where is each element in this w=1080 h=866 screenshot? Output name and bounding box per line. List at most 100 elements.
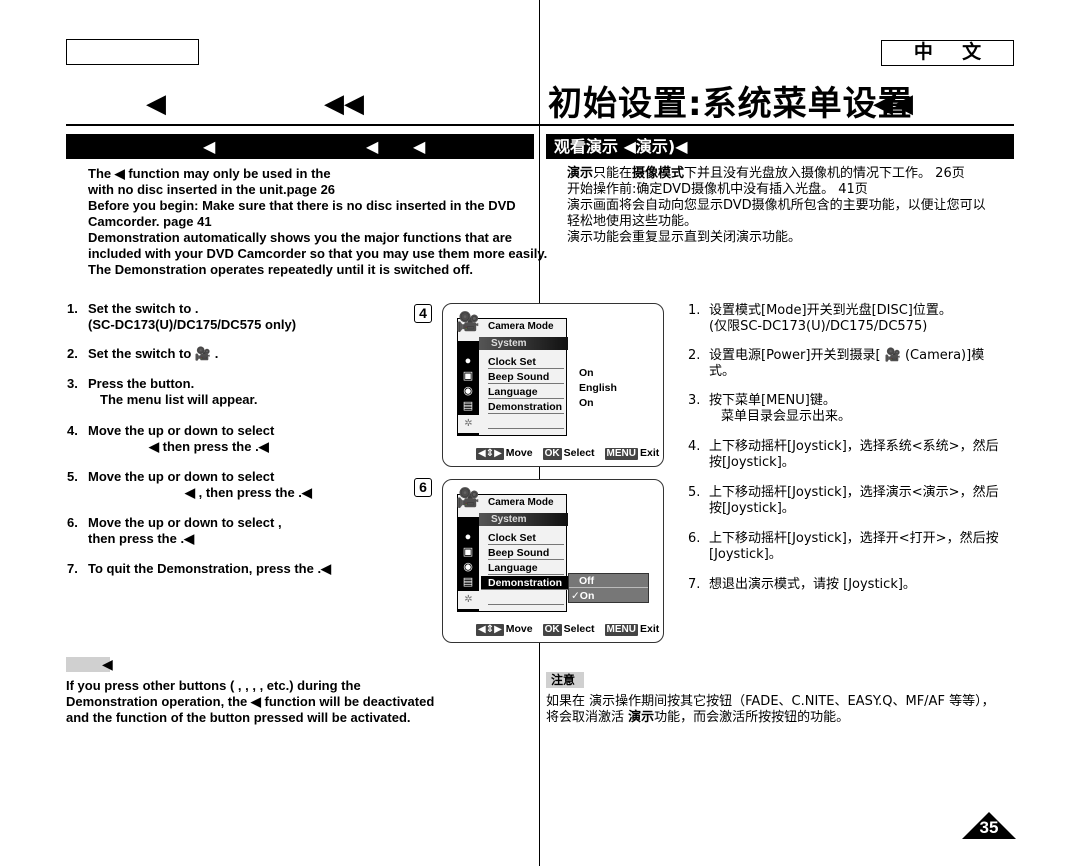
joystick-key-icon: ◀⇕▶ bbox=[476, 624, 504, 636]
menu-category-system: System bbox=[479, 337, 568, 350]
guide-exit: Exit bbox=[640, 447, 660, 459]
step-text: To quit the Demonstration, press the .◀ bbox=[88, 561, 332, 576]
beep-sound-value: On bbox=[579, 367, 594, 379]
note-line: Demonstration operation, the ◀ function … bbox=[66, 694, 435, 709]
menu-category-system: System bbox=[479, 513, 568, 526]
step-text: Set the switch to 🎥 . bbox=[88, 346, 219, 361]
intro-line: The ◀ function may only be used in the bbox=[88, 166, 331, 181]
section-bar-english: ◀ ◀ ◀ bbox=[66, 134, 534, 159]
page-number: 35 bbox=[979, 818, 999, 837]
menu-key-icon: MENU bbox=[604, 448, 638, 460]
step-7: 7. To quit the Demonstration, press the .… bbox=[67, 561, 331, 577]
intro-chinese: 演示只能在摄像模式下并且没有光盘放入摄像机的情况下工作。 26页 开始操作前:确… bbox=[567, 166, 986, 246]
step-text: 想退出演示模式，请按 [Joystick]。 bbox=[709, 577, 916, 592]
guide-select: Select bbox=[563, 623, 595, 635]
guide-exit: Exit bbox=[640, 623, 660, 635]
page-title-chinese: 初始设置:系统菜单设置 bbox=[548, 84, 913, 124]
step-text: 菜单目录会显示出来。 bbox=[721, 409, 852, 424]
camera-mode-icon: 🎥 bbox=[456, 488, 480, 509]
step-text: ◀ then press the .◀ bbox=[149, 439, 269, 454]
step-6: 6. Move the up or down to select , then p… bbox=[67, 515, 282, 547]
step-4: 4. Move the up or down to select ◀ then p… bbox=[67, 423, 274, 455]
text: 只能在 bbox=[593, 166, 633, 181]
gear-icon: ✲ bbox=[458, 415, 479, 433]
text: 将会取消激活 bbox=[546, 710, 629, 725]
menu-item-language[interactable]: Language bbox=[488, 561, 564, 575]
submenu-option-off[interactable]: Off bbox=[569, 574, 648, 588]
camcorder-menu: 🎥 Camera Mode System ● ▣ ◉ ▤ ✲ Clock Set… bbox=[456, 489, 568, 612]
step-text: (SC-DC173(U)/DC175/DC575 only) bbox=[88, 317, 297, 332]
menu-item-demonstration-selected[interactable]: Demonstration bbox=[481, 576, 568, 590]
note-line: 如果在 演示操作期间按其它按钮（FADE、C.NITE、EASY.Q、MF/AF… bbox=[546, 694, 995, 709]
gear-icon: ✲ bbox=[458, 591, 479, 609]
language-value: English bbox=[579, 382, 617, 394]
step-6-cn: 6. 上下移动摇杆[Joystick]，选择开<打开>，然后按 [Joystick… bbox=[688, 531, 999, 563]
section-marker-2: ◀ bbox=[366, 139, 379, 156]
menu-item-beep-sound[interactable]: Beep Sound bbox=[488, 546, 564, 560]
step-3: 3. Press the button. The menu list will a… bbox=[67, 376, 258, 408]
step-text: 上下移动摇杆[Joystick]，选择系统<系统>，然后 bbox=[709, 439, 999, 454]
step-text: 按[Joystick]。 bbox=[709, 501, 795, 516]
bold-term: 演示 bbox=[567, 166, 594, 181]
note-line: and the function of the button pressed w… bbox=[66, 710, 411, 725]
title-rule-right bbox=[540, 124, 1014, 126]
camera-mode-icon: 🎥 bbox=[456, 312, 480, 333]
step-number: 4. bbox=[688, 439, 701, 454]
menu-icon-column: ● ▣ ◉ ▤ ✲ bbox=[458, 341, 479, 436]
disc-icon: ◉ bbox=[463, 561, 473, 573]
step-text: 按[Joystick]。 bbox=[709, 455, 795, 470]
note-line: 将会取消激活 演示功能，而会激活所按按钮的功能。 bbox=[546, 710, 995, 726]
menu-key-icon: MENU bbox=[604, 624, 638, 636]
step-number: 6. bbox=[67, 515, 78, 530]
step-number: 5. bbox=[67, 469, 78, 484]
step-text: 设置模式[Mode]开关到光盘[DISC]位置。 bbox=[709, 303, 952, 318]
ok-key-icon: OK bbox=[542, 624, 562, 636]
intro-line: 演示画面将会自动向您显示DVD摄像机所包含的主要功能，以便让您可以 bbox=[567, 198, 986, 213]
menu-item-language[interactable]: Language bbox=[488, 385, 564, 399]
screen-label-6: 6 bbox=[414, 478, 432, 497]
step-number: 3. bbox=[67, 376, 78, 391]
intro-line: 轻松地使用这些功能。 bbox=[567, 214, 698, 229]
step-text: 上下移动摇杆[Joystick]，选择演示<演示>，然后 bbox=[709, 485, 999, 500]
menu-icon-column: ● ▣ ◉ ▤ ✲ bbox=[458, 517, 479, 612]
step-number: 7. bbox=[67, 561, 78, 576]
menu-item-clock-set[interactable]: Clock Set bbox=[488, 531, 564, 545]
title-marker-left-2: ◀◀ bbox=[324, 88, 364, 118]
camera-icon: ▣ bbox=[462, 370, 474, 382]
intro-line: included with your DVD Camcorder so that… bbox=[88, 246, 548, 261]
step-text: 设置电源[Power]开关到摄录[ 🎥 (Camera)]模 bbox=[709, 348, 985, 363]
menu-screen-1: 🎥 Camera Mode System ● ▣ ◉ ▤ ✲ Clock Set… bbox=[442, 303, 664, 467]
intro-english: The ◀ function may only be used in the w… bbox=[88, 166, 547, 278]
intro-line: Demonstration automatically shows you th… bbox=[88, 230, 513, 245]
step-number: 1. bbox=[688, 303, 701, 318]
step-text: Move the up or down to select bbox=[88, 423, 275, 438]
demonstration-submenu: Off ✓On bbox=[568, 573, 649, 603]
submenu-option-on-checked[interactable]: ✓On bbox=[569, 589, 648, 603]
step-2-cn: 2. 设置电源[Power]开关到摄录[ 🎥 (Camera)]模 式。 bbox=[688, 348, 984, 380]
menu-item-empty bbox=[488, 591, 564, 605]
title-marker-left-1: ◀ bbox=[146, 88, 166, 118]
guide-move: Move bbox=[505, 447, 533, 459]
step-7-cn: 7. 想退出演示模式，请按 [Joystick]。 bbox=[688, 577, 916, 593]
tv-icon: ▤ bbox=[462, 576, 474, 588]
step-text: 上下移动摇杆[Joystick]，选择开<打开>，然后按 bbox=[709, 531, 999, 546]
menu-mode-title: Camera Mode bbox=[488, 497, 554, 508]
menu-item-clock-set[interactable]: Clock Set bbox=[488, 355, 564, 369]
menu-item-beep-sound[interactable]: Beep Sound bbox=[488, 370, 564, 384]
step-number: 5. bbox=[688, 485, 701, 500]
menu-item-demonstration[interactable]: Demonstration bbox=[488, 400, 564, 414]
step-text: Move the up or down to select , bbox=[88, 515, 282, 530]
guide-move: Move bbox=[505, 623, 533, 635]
clock-icon: ● bbox=[464, 531, 472, 543]
text: 功能，而会激活所按按钮的功能。 bbox=[654, 710, 850, 725]
step-text: Set the switch to . bbox=[88, 301, 199, 316]
step-number: 2. bbox=[67, 346, 78, 361]
tv-icon: ▤ bbox=[462, 400, 474, 412]
step-number: 7. bbox=[688, 577, 701, 592]
step-4-cn: 4. 上下移动摇杆[Joystick]，选择系统<系统>，然后 按[Joystic… bbox=[688, 439, 999, 471]
step-number: 3. bbox=[688, 393, 701, 408]
step-text: Move the up or down to select bbox=[88, 469, 275, 484]
note-english: If you press other buttons ( , , , , etc… bbox=[66, 678, 434, 726]
intro-line: Before you begin: Make sure that there i… bbox=[88, 198, 516, 213]
step-number: 1. bbox=[67, 301, 78, 316]
